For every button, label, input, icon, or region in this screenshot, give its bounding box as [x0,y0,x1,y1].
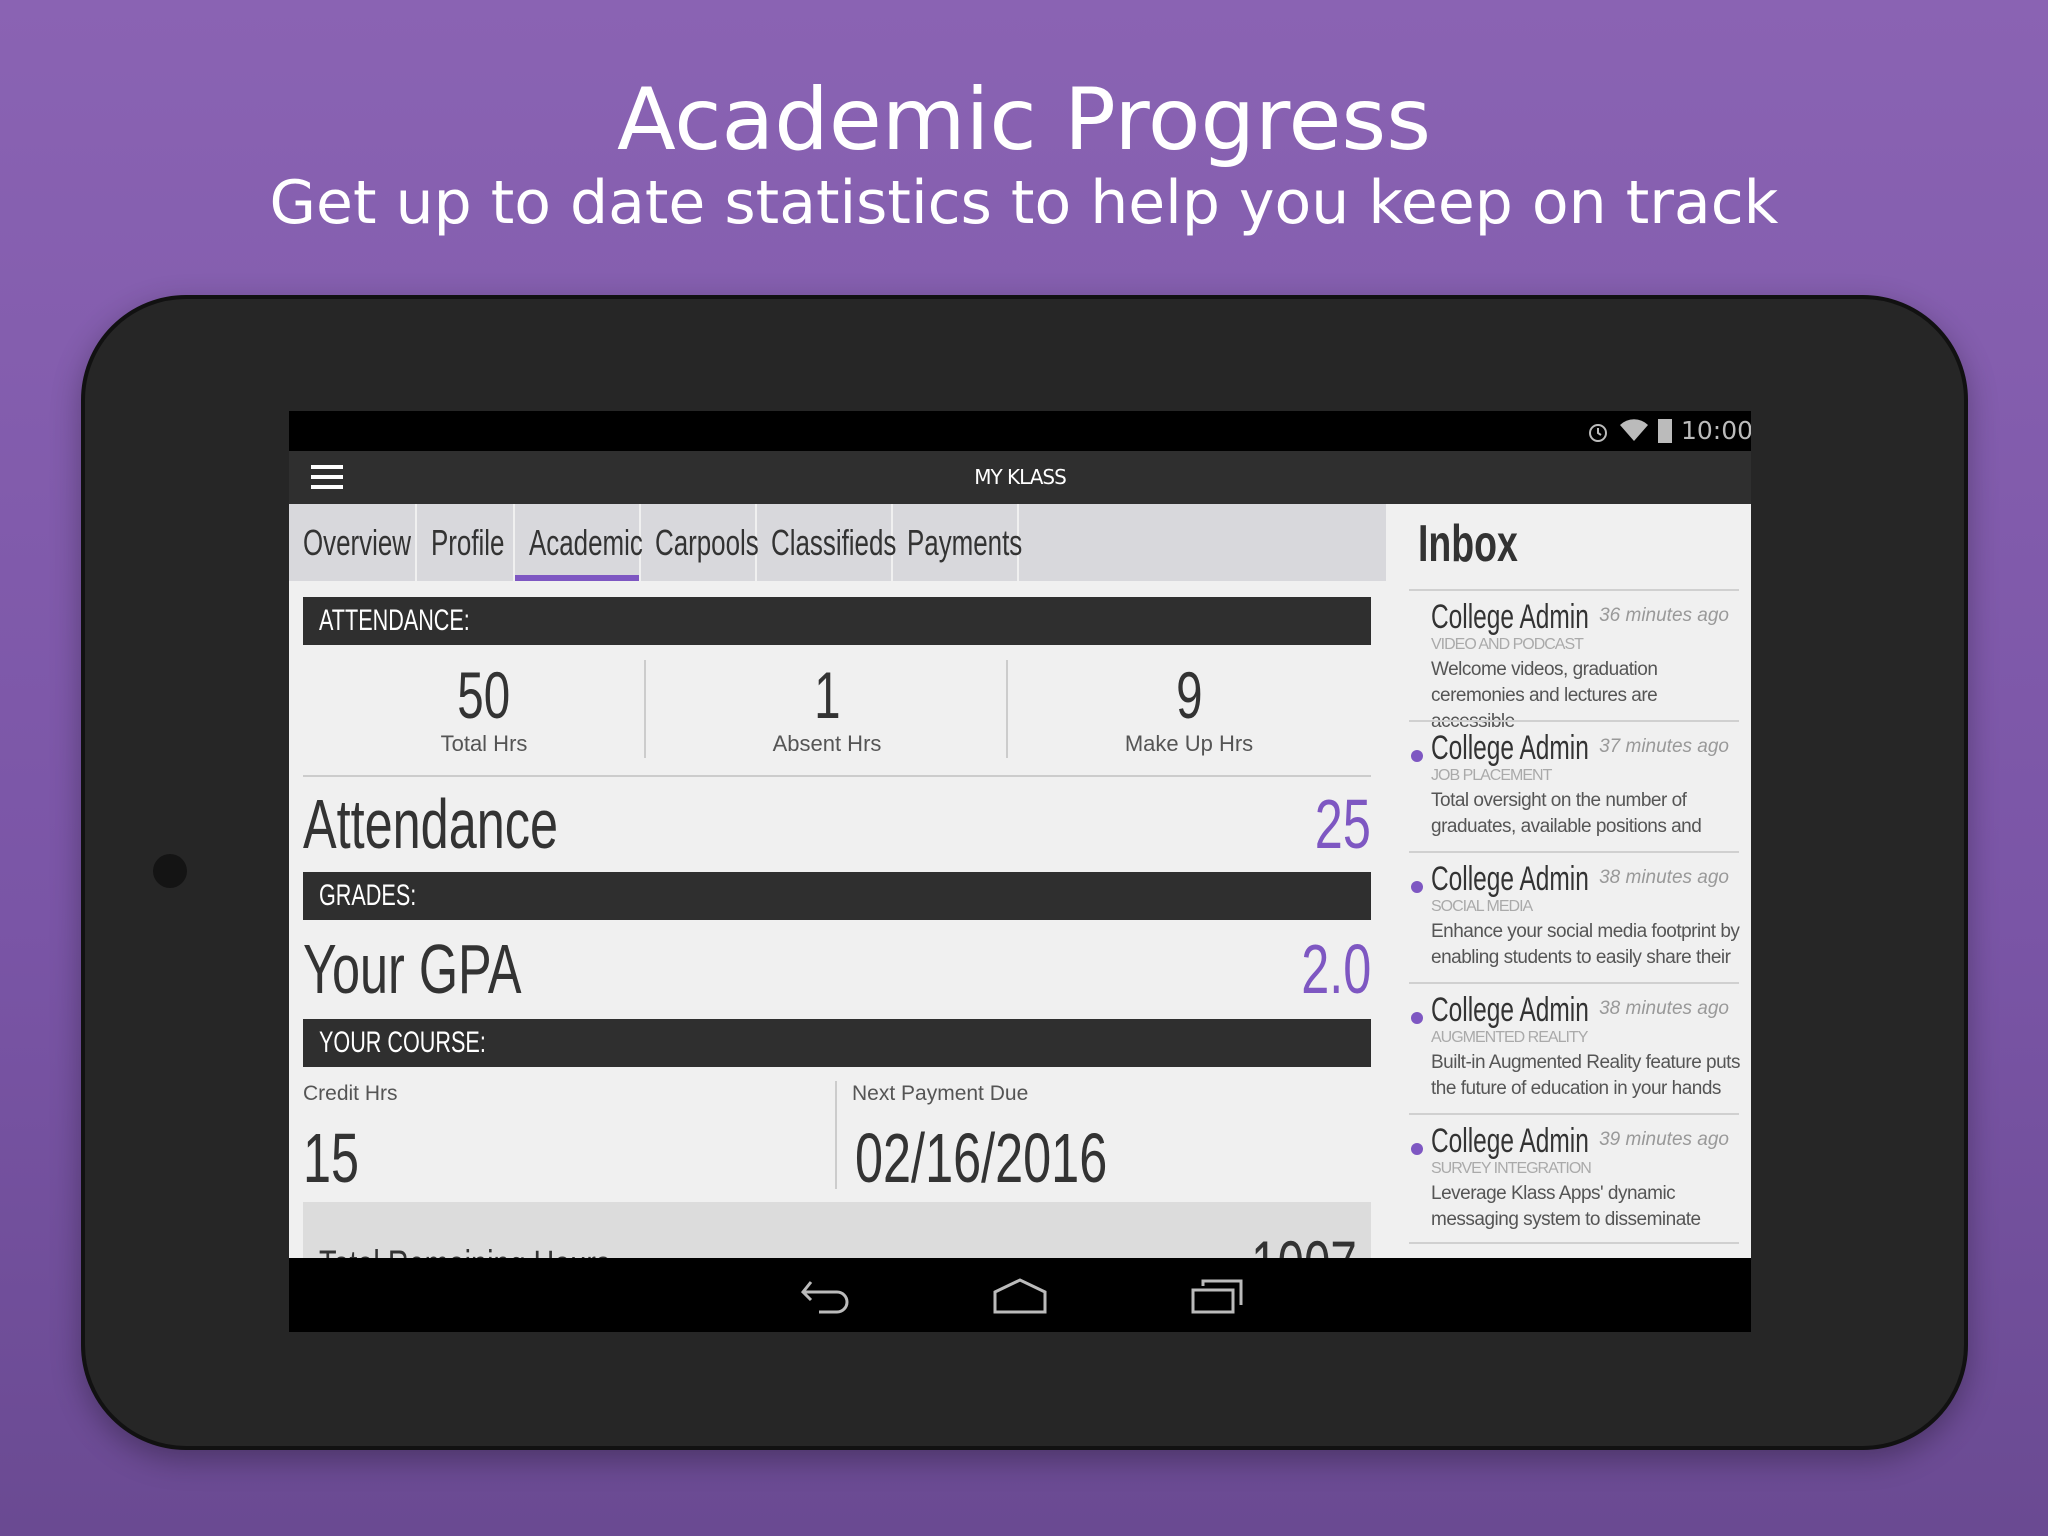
category: SURVEY INTEGRATION [1431,1160,1592,1177]
message-preview: Built-in Augmented Reality feature puts … [1431,1052,1740,1099]
message-preview: Leverage Klass Apps' dynamic messaging s… [1431,1183,1701,1230]
category: SOCIAL MEDIA [1431,898,1533,915]
tab-label: Overview [303,521,412,563]
unread-dot-icon [1411,1012,1423,1024]
tab-classifieds[interactable]: Classifieds [757,504,897,581]
unread-dot-icon [1411,1143,1423,1155]
divider [835,1081,837,1189]
inbox-title: Inbox [1418,515,1518,573]
divider [303,775,1371,777]
unread-dot-icon [1411,881,1423,893]
stat-makeup-hrs: 9 Make Up Hrs [1124,658,1254,756]
credit-hrs-label: Credit Hrs [303,1082,398,1105]
course-header: YOUR COURSE: [303,1019,1371,1067]
home-icon[interactable] [992,1278,1048,1314]
action-bar: MY KLASS [289,451,1751,504]
tab-label: Carpools [655,521,759,563]
stat-total-hrs: 50 Total Hrs [440,658,528,756]
timestamp: 38 minutes ago [1599,867,1729,888]
navigation-bar [289,1258,1751,1332]
device-screen: 10:00 MY KLASS Overview Profile Academic… [289,411,1751,1332]
remaining-hours-row: Total Remaining Hours 1007 [303,1202,1371,1262]
attendance-header: ATTENDANCE: [303,597,1371,645]
gpa-label: Your GPA [303,930,522,1008]
sender: College Admin [1431,598,1589,636]
inbox-item[interactable]: College Admin 37 minutes ago JOB PLACEME… [1409,720,1739,851]
remaining-hours-value: 1007 [1251,1226,1357,1262]
recent-apps-icon[interactable] [1191,1278,1243,1314]
back-icon[interactable] [799,1280,851,1314]
tab-label: Payments [907,521,1023,563]
next-payment-label: Next Payment Due [852,1082,1029,1105]
tab-carpools[interactable]: Carpools [641,504,759,581]
message-preview: Total oversight on the number of graduat… [1431,790,1702,837]
stat-absent-hrs: 1 Absent Hrs [772,658,882,756]
attendance-value: 25 [1314,785,1371,863]
alarm-icon [1589,424,1607,442]
timestamp: 36 minutes ago [1599,605,1729,626]
inbox-item[interactable]: College Admin 39 minutes ago SURVEY INTE… [1409,1113,1739,1244]
unread-dot-icon [1411,750,1423,762]
status-bar: 10:00 [289,411,1751,451]
inbox-item[interactable]: College Admin 36 minutes ago VIDEO AND P… [1409,589,1739,732]
timestamp: 37 minutes ago [1599,736,1729,757]
tab-profile[interactable]: Profile [417,504,515,581]
gpa-value: 2.0 [1300,930,1371,1008]
tab-label: Profile [431,521,505,563]
sender: College Admin [1431,729,1589,767]
message-preview: Enhance your social media footprint by e… [1431,921,1740,968]
wifi-icon [1620,419,1648,441]
promo-subtitle: Get up to date statistics to help you ke… [269,168,1779,238]
inbox-item[interactable]: College Admin 38 minutes ago SOCIAL MEDI… [1409,851,1740,982]
tab-overview[interactable]: Overview [289,504,417,581]
app-title: MY KLASS [974,465,1067,489]
promo-title: Academic Progress [616,70,1432,170]
credit-hrs-value: 15 [303,1119,360,1197]
next-payment-value: 02/16/2016 [855,1119,1108,1197]
grades-header: GRADES: [303,872,1371,920]
tab-bar: Overview Profile Academic Carpools Class… [289,504,1386,581]
tab-label: Academic [529,521,643,563]
timestamp: 39 minutes ago [1599,1129,1729,1150]
category: VIDEO AND PODCAST [1431,636,1584,653]
attendance-label: Attendance [303,785,559,863]
timestamp: 38 minutes ago [1599,998,1729,1019]
tab-academic[interactable]: Academic [515,504,643,581]
clock: 10:00 [1681,416,1751,445]
tab-payments[interactable]: Payments [893,504,1023,581]
sender: College Admin [1431,860,1589,898]
tab-label: Classifieds [771,521,897,563]
battery-icon [1658,419,1672,443]
sender: College Admin [1431,1122,1589,1160]
sender: College Admin [1431,991,1589,1029]
inbox-item[interactable]: College Admin 38 minutes ago AUGMENTED R… [1409,982,1740,1113]
category: AUGMENTED REALITY [1431,1029,1588,1046]
category: JOB PLACEMENT [1431,767,1552,784]
camera-icon [153,854,187,888]
inbox-panel: Inbox College Admin 36 minutes ago VIDEO… [1386,504,1751,1258]
